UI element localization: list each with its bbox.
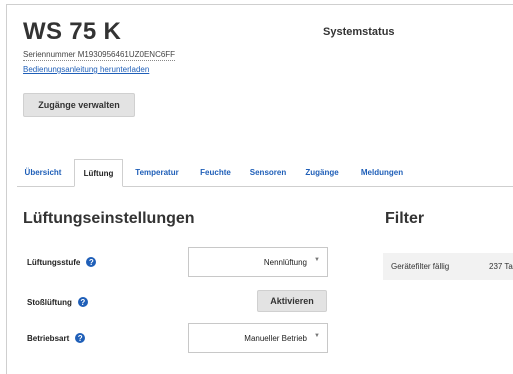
main-panel: WS 75 K Seriennummer M1930956461UZ0ENC6F… bbox=[6, 4, 513, 374]
filter-due-row: Gerätefilter fällig 237 Tage bbox=[383, 253, 513, 280]
caret-down-icon: ▼ bbox=[314, 333, 320, 339]
tab-overview[interactable]: Übersicht bbox=[17, 159, 69, 186]
question-circle-icon[interactable]: ? bbox=[75, 333, 86, 343]
ventilation-level-select[interactable]: Nennlüftung ▼ bbox=[188, 247, 328, 277]
tab-messages[interactable]: Meldungen bbox=[353, 159, 411, 186]
filter-heading: Filter bbox=[385, 210, 425, 227]
device-title: WS 75 K bbox=[23, 18, 122, 45]
operating-mode-row-label: Betriebsart ? bbox=[27, 333, 86, 343]
filter-due-value: 237 Tage bbox=[489, 262, 513, 271]
filter-due-label: Gerätefilter fällig bbox=[391, 262, 450, 271]
tab-humidity[interactable]: Feuchte bbox=[194, 159, 237, 186]
ventilation-level-value: Nennlüftung bbox=[263, 257, 307, 267]
operating-mode-select[interactable]: Manueller Betrieb ▼ bbox=[188, 323, 328, 353]
boost-row-label: Stoßlüftung ? bbox=[27, 297, 88, 307]
caret-down-icon: ▼ bbox=[314, 257, 320, 263]
ventilation-settings-heading: Lüftungseinstellungen bbox=[23, 210, 195, 227]
ventilation-level-label: Lüftungsstufe bbox=[27, 257, 81, 267]
tab-bar: Übersicht Lüftung Temperatur Feuchte Sen… bbox=[17, 159, 513, 187]
manage-access-button[interactable]: Zugänge verwalten bbox=[23, 93, 135, 117]
boost-label: Stoßlüftung bbox=[27, 297, 72, 307]
tab-ventilation[interactable]: Lüftung bbox=[74, 159, 123, 187]
serial-number: Seriennummer M1930956461UZ0ENC6FF bbox=[23, 50, 176, 61]
operating-mode-value: Manueller Betrieb bbox=[244, 333, 307, 343]
tab-temperature[interactable]: Temperatur bbox=[129, 159, 185, 186]
system-status-label: Systemstatus bbox=[323, 26, 395, 38]
ventilation-level-row-label: Lüftungsstufe ? bbox=[27, 257, 97, 267]
question-circle-icon[interactable]: ? bbox=[77, 297, 88, 307]
question-circle-icon[interactable]: ? bbox=[86, 257, 97, 267]
manual-download-link[interactable]: Bedienungsanleitung herunterladen bbox=[23, 65, 149, 74]
tab-sensors[interactable]: Sensoren bbox=[245, 159, 291, 186]
tab-access[interactable]: Zugänge bbox=[300, 159, 344, 186]
operating-mode-label: Betriebsart bbox=[27, 333, 70, 343]
activate-boost-button[interactable]: Aktivieren bbox=[257, 290, 327, 312]
